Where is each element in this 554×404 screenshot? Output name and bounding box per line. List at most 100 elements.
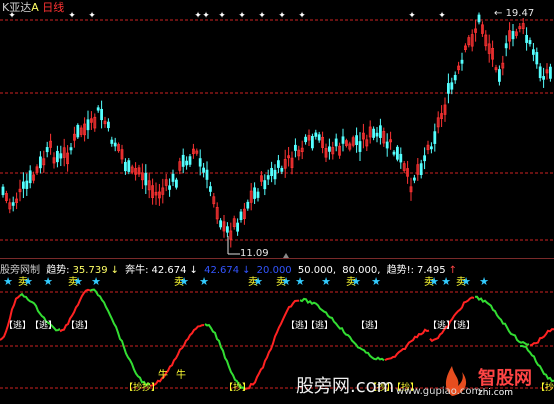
candle-body — [25, 180, 29, 189]
candle-body — [188, 156, 192, 165]
candle-body — [45, 147, 49, 153]
candle-body — [171, 173, 175, 182]
sell-star: ★ — [351, 275, 361, 288]
candle-body — [253, 187, 257, 199]
sell-star: ★ — [253, 275, 263, 288]
sell-star: ★ — [199, 275, 209, 288]
candle-body — [239, 211, 243, 221]
watermark-domain: www.gupiao.com — [396, 386, 481, 397]
candle-body — [270, 167, 274, 177]
candle-body — [341, 136, 345, 144]
bull-arrow: ↓ — [189, 265, 198, 276]
candle-body — [392, 151, 396, 155]
top-marker: ✦ — [408, 11, 416, 21]
candle-body — [39, 156, 42, 169]
trend2-arrow: ↑ — [448, 265, 457, 276]
candle-body — [399, 153, 403, 163]
candle-body — [1, 186, 5, 196]
candle-body — [450, 82, 454, 90]
top-marker: ✦ — [298, 11, 306, 21]
candle-body — [76, 124, 80, 138]
v4-value: 20.000 — [256, 265, 292, 276]
indicator-rise — [529, 328, 554, 347]
sell-star: ★ — [321, 275, 331, 288]
indicator-fall — [475, 295, 530, 346]
candle-body — [256, 191, 260, 198]
top-marker: ✦ — [278, 11, 286, 21]
high-price-label: ← 19.47 — [494, 8, 535, 19]
trend-arrow: ↓ — [110, 265, 119, 276]
brand-text: 智股网 — [478, 368, 532, 389]
candle-body — [219, 220, 223, 228]
sell-star: ★ — [371, 275, 381, 288]
candle-body — [314, 132, 318, 137]
trend2-value: 7.495 — [416, 265, 446, 276]
candle-body — [185, 160, 189, 166]
candle-body — [385, 141, 389, 149]
panel-separator — [0, 258, 554, 259]
sell-star: ★ — [441, 275, 451, 288]
sell-star: ★ — [179, 275, 189, 288]
candle-body — [205, 169, 209, 180]
top-marker: ✦ — [88, 11, 96, 21]
candle-body — [144, 172, 148, 186]
candle-body — [525, 34, 528, 43]
indicator-rise — [0, 294, 21, 341]
candle-body — [511, 31, 515, 40]
candle-body — [86, 119, 90, 131]
candle-body — [419, 163, 423, 176]
indicator-header: 股旁网制 趋势: 35.739 ↓ 奔牛: 42.674 ↓ 42.674 ↓ 20.00… — [0, 261, 460, 276]
candle-body — [100, 108, 103, 121]
bull-marker: 牛 — [176, 368, 186, 381]
bottom-fish-marker: 【抄抄】 — [124, 381, 160, 393]
candle-body — [334, 138, 338, 147]
trend2-label: 趋势!: — [386, 265, 414, 276]
sell-star: ★ — [429, 275, 439, 288]
candle-body — [460, 59, 464, 64]
candle-body — [273, 169, 277, 180]
candle-body — [208, 186, 212, 192]
candle-body — [317, 134, 321, 141]
candle-body — [59, 153, 63, 159]
v3-arrow: ↓ — [242, 265, 251, 276]
candle-body — [280, 167, 284, 172]
sell-star: ★ — [3, 275, 13, 288]
candle-body — [433, 131, 437, 144]
candle-body — [56, 150, 59, 163]
candle-body — [549, 66, 552, 79]
sell-star: ★ — [43, 275, 53, 288]
brand-url: zhi.com — [478, 388, 514, 398]
escape-marker: 【逃】 — [66, 319, 93, 331]
candle-body — [113, 142, 117, 147]
candle-body — [327, 146, 331, 152]
candle-body — [504, 43, 508, 49]
period-label: 日线 — [42, 1, 65, 14]
bull-label: 奔牛: — [125, 265, 149, 276]
indicator-rise — [429, 296, 475, 343]
escape-marker: 【逃】 — [30, 319, 57, 331]
watermark-text: 股旁网.com — [296, 376, 395, 397]
candle-body — [124, 161, 127, 172]
v3-value: 42.674 — [204, 265, 240, 276]
candle-body — [532, 49, 535, 55]
sell-star: ★ — [295, 275, 305, 288]
candle-body — [497, 69, 501, 82]
v6-value: 80.000, — [342, 265, 381, 276]
indicator-rise — [384, 328, 430, 361]
candle-body — [276, 160, 280, 168]
sell-star: ★ — [479, 275, 489, 288]
top-marker: ✦ — [202, 11, 210, 21]
top-marker: ✦ — [438, 11, 446, 21]
indicator-fall — [204, 323, 246, 391]
candle-body — [263, 180, 267, 190]
candle-body — [293, 144, 297, 151]
top-marker: ✦ — [258, 11, 266, 21]
candle-body — [110, 139, 114, 144]
candle-body — [412, 177, 416, 181]
candle-body — [528, 40, 532, 45]
escape-marker: 【逃】 — [4, 319, 31, 331]
indicator-source: 股旁网制 — [0, 265, 40, 276]
price-chart[interactable]: ✦ ✦ ✦ ✦ ✦ ✦ ✦ ✦ ✦ ✦ ✦ ✦★ 卖★ ★ 卖★ ★ 卖★ ★ 卖★ 卖★ ★ ★ 卖★ ★ 卖★ ★ 卖★ ★【逃】… — [0, 0, 554, 404]
candle-body — [446, 83, 450, 94]
candle-body — [96, 107, 100, 111]
